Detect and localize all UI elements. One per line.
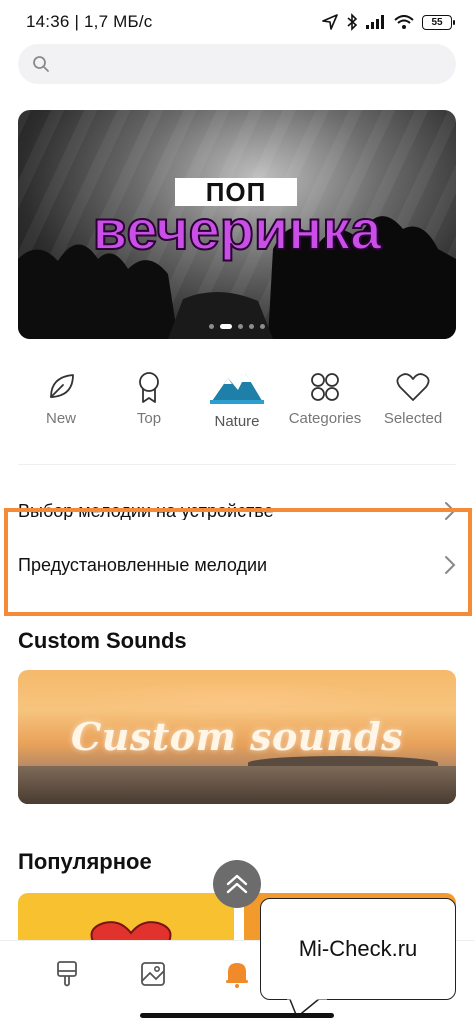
location-icon [322,14,338,30]
category-label: Selected [383,410,443,427]
status-icons: 55 [322,13,455,31]
carousel-dot-active[interactable] [220,324,232,329]
status-bar: 14:36 | 1,7 МБ/с 55 [0,0,474,44]
carousel-dot[interactable] [249,324,254,329]
brush-icon [57,961,77,987]
scroll-top-button[interactable] [213,860,261,908]
category-nature[interactable]: Nature [194,370,280,440]
category-categories[interactable]: Categories [282,370,368,440]
category-label: Nature [214,413,260,430]
category-label: Top [136,410,162,427]
search-icon [33,56,49,72]
nav-ringtones[interactable] [222,959,252,989]
nav-themes[interactable] [52,959,82,989]
status-time: 14:36 | 1,7 МБ/с [26,12,153,31]
mountains-icon [210,370,264,404]
grid-icon [308,370,342,404]
double-chevron-up-icon [226,874,248,894]
sea [18,766,456,804]
bluetooth-icon [347,13,358,31]
signal-icon [366,15,384,29]
category-label: New [45,410,76,427]
heart-icon [396,370,430,404]
bell-icon [226,963,248,988]
banner-headline: вечеринка [92,198,383,261]
promo-banner[interactable]: ПОП вечеринка [18,110,456,339]
category-bar: New Top Nature Categories Selected [18,370,456,440]
category-top[interactable]: Top [106,370,192,440]
image-icon [141,962,165,986]
highlight-frame [4,508,472,616]
custom-sounds-text: Custom sounds [70,714,404,759]
nav-wallpapers[interactable] [138,959,168,989]
section-title-custom: Custom Sounds [18,628,187,653]
section-title-popular: Популярное [18,849,152,874]
battery-icon: 55 [422,14,455,30]
search-input[interactable] [18,44,456,84]
category-new[interactable]: New [18,370,104,440]
custom-sounds-banner[interactable]: Custom sounds [18,670,456,804]
carousel-dot[interactable] [209,324,214,329]
home-indicator [140,1013,334,1018]
medal-icon [132,370,166,404]
leaf-icon [44,370,78,404]
watermark-callout: Mi-Check.ru [260,898,456,1000]
category-selected[interactable]: Selected [370,370,456,440]
category-label: Categories [288,410,362,427]
watermark-text: Mi-Check.ru [298,936,418,961]
carousel-dots [18,324,456,329]
battery-level: 55 [431,16,443,28]
carousel-dot[interactable] [238,324,243,329]
divider [18,464,456,465]
wifi-icon [394,15,414,29]
carousel-dot[interactable] [260,324,265,329]
